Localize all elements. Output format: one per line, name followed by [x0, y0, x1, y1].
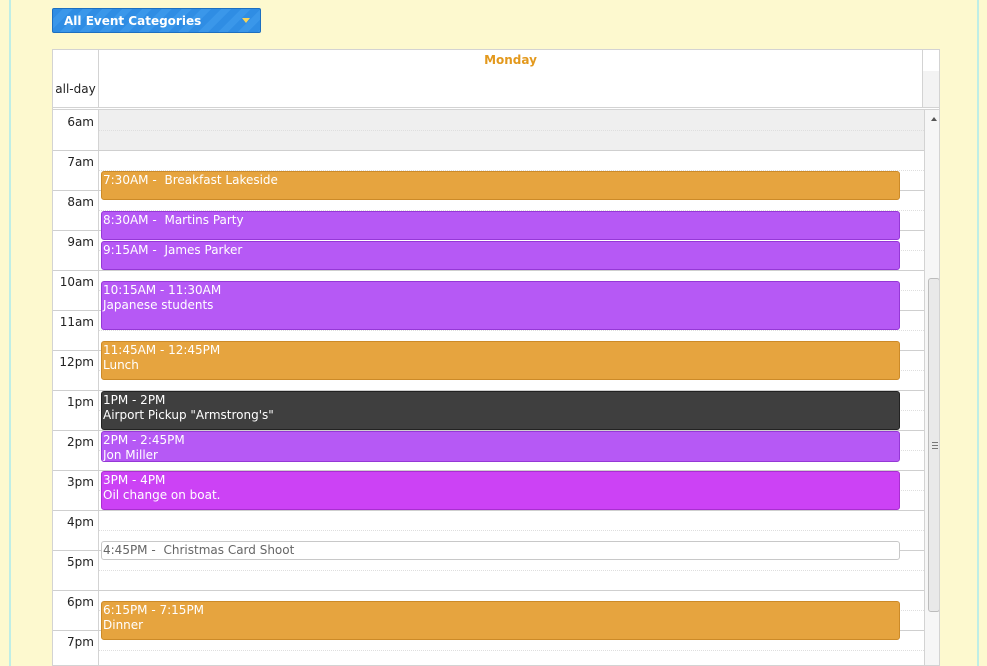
all-day-label: all-day — [53, 71, 99, 107]
time-label: 5pm — [67, 555, 94, 569]
event-title: Martins Party — [164, 213, 244, 227]
time-label: 3pm — [67, 475, 94, 489]
hour-gridline — [53, 150, 924, 151]
day-header-scroll-spacer — [922, 50, 939, 71]
event-time: 11:45AM - 12:45PM — [103, 343, 221, 357]
event-title: Dinner — [103, 618, 144, 632]
time-grid: 6am 7am 8am 9am 10am 11am 12pm 1pm 2pm 3pm 4pm 5pm 6… — [53, 110, 939, 665]
calendar-day-view: Monday all-day 6am 7am 8am 9am 10am 11am 12pm 1… — [52, 49, 940, 666]
event-japanese[interactable]: 10:15AM - 11:30AM Japanese students — [101, 281, 900, 330]
event-title: Breakfast Lakeside — [164, 173, 278, 187]
hour-gridline — [53, 590, 924, 591]
event-martins[interactable]: 8:30AM - Martins Party — [101, 211, 900, 240]
event-christmas[interactable]: 4:45PM - Christmas Card Shoot — [101, 541, 900, 560]
scrollbar-thumb[interactable] — [928, 278, 939, 612]
hour-gridline — [53, 510, 924, 511]
event-title: Christmas Card Shoot — [163, 543, 295, 557]
event-time: 8:30AM - — [103, 213, 161, 227]
scroll-up-arrow-icon[interactable] — [931, 117, 937, 121]
event-time: 7:30AM - — [103, 173, 161, 187]
hour-gridline — [53, 270, 924, 271]
half-hour-gridline — [99, 530, 924, 531]
frame-border-right — [977, 0, 979, 666]
time-label: 9am — [67, 235, 94, 249]
all-day-row[interactable]: all-day — [53, 71, 939, 110]
time-label: 10am — [59, 275, 94, 289]
event-category-dropdown-label: All Event Categories — [64, 13, 202, 28]
event-jon[interactable]: 2PM - 2:45PM Jon Miller — [101, 431, 900, 462]
time-label: 7pm — [67, 635, 94, 649]
event-time: 10:15AM - 11:30AM — [103, 283, 222, 297]
day-header: Monday — [53, 50, 939, 72]
time-gutter: 6am 7am 8am 9am 10am 11am 12pm 1pm 2pm 3pm 4pm 5pm 6… — [53, 110, 99, 665]
chevron-down-icon — [242, 18, 250, 23]
grip-icon — [932, 442, 938, 449]
event-title: James Parker — [164, 243, 243, 257]
time-slots[interactable]: 7:30AM - Breakfast Lakeside 8:30AM - Mart… — [53, 110, 924, 665]
day-name: Monday — [484, 53, 537, 67]
event-lunch[interactable]: 11:45AM - 12:45PM Lunch — [101, 341, 900, 380]
time-label: 6am — [67, 115, 94, 129]
event-james[interactable]: 9:15AM - James Parker — [101, 241, 900, 270]
half-hour-gridline — [99, 650, 924, 651]
half-hour-gridline — [99, 130, 924, 131]
time-label: 8am — [67, 195, 94, 209]
event-title: Jon Miller — [103, 448, 158, 462]
time-label: 12pm — [59, 355, 94, 369]
day-header-gutter — [53, 50, 99, 71]
event-oil[interactable]: 3PM - 4PM Oil change on boat. — [101, 471, 900, 510]
event-airport[interactable]: 1PM - 2PM Airport Pickup "Armstrong's" — [101, 391, 900, 430]
vertical-scrollbar[interactable] — [924, 110, 939, 665]
time-label: 2pm — [67, 435, 94, 449]
event-category-dropdown[interactable]: All Event Categories — [52, 8, 261, 33]
time-label: 7am — [67, 155, 94, 169]
event-time: 3PM - 4PM — [103, 473, 166, 487]
time-label: 11am — [59, 315, 94, 329]
frame-border-left — [9, 0, 11, 666]
event-breakfast[interactable]: 7:30AM - Breakfast Lakeside — [101, 171, 900, 200]
event-title: Japanese students — [103, 298, 214, 312]
event-title: Oil change on boat. — [103, 488, 221, 502]
event-time: 9:15AM - — [103, 243, 161, 257]
time-label: 6pm — [67, 595, 94, 609]
time-label: 4pm — [67, 515, 94, 529]
event-title: Lunch — [103, 358, 139, 372]
event-title: Airport Pickup "Armstrong's" — [103, 408, 274, 422]
time-label: 1pm — [67, 395, 94, 409]
event-time: 2PM - 2:45PM — [103, 433, 185, 447]
all-day-scroll-spacer — [922, 71, 939, 107]
event-time: 4:45PM - — [103, 543, 160, 557]
event-dinner[interactable]: 6:15PM - 7:15PM Dinner — [101, 601, 900, 640]
half-hour-gridline — [99, 330, 924, 331]
event-time: 1PM - 2PM — [103, 393, 166, 407]
event-time: 6:15PM - 7:15PM — [103, 603, 205, 617]
half-hour-gridline — [99, 570, 924, 571]
